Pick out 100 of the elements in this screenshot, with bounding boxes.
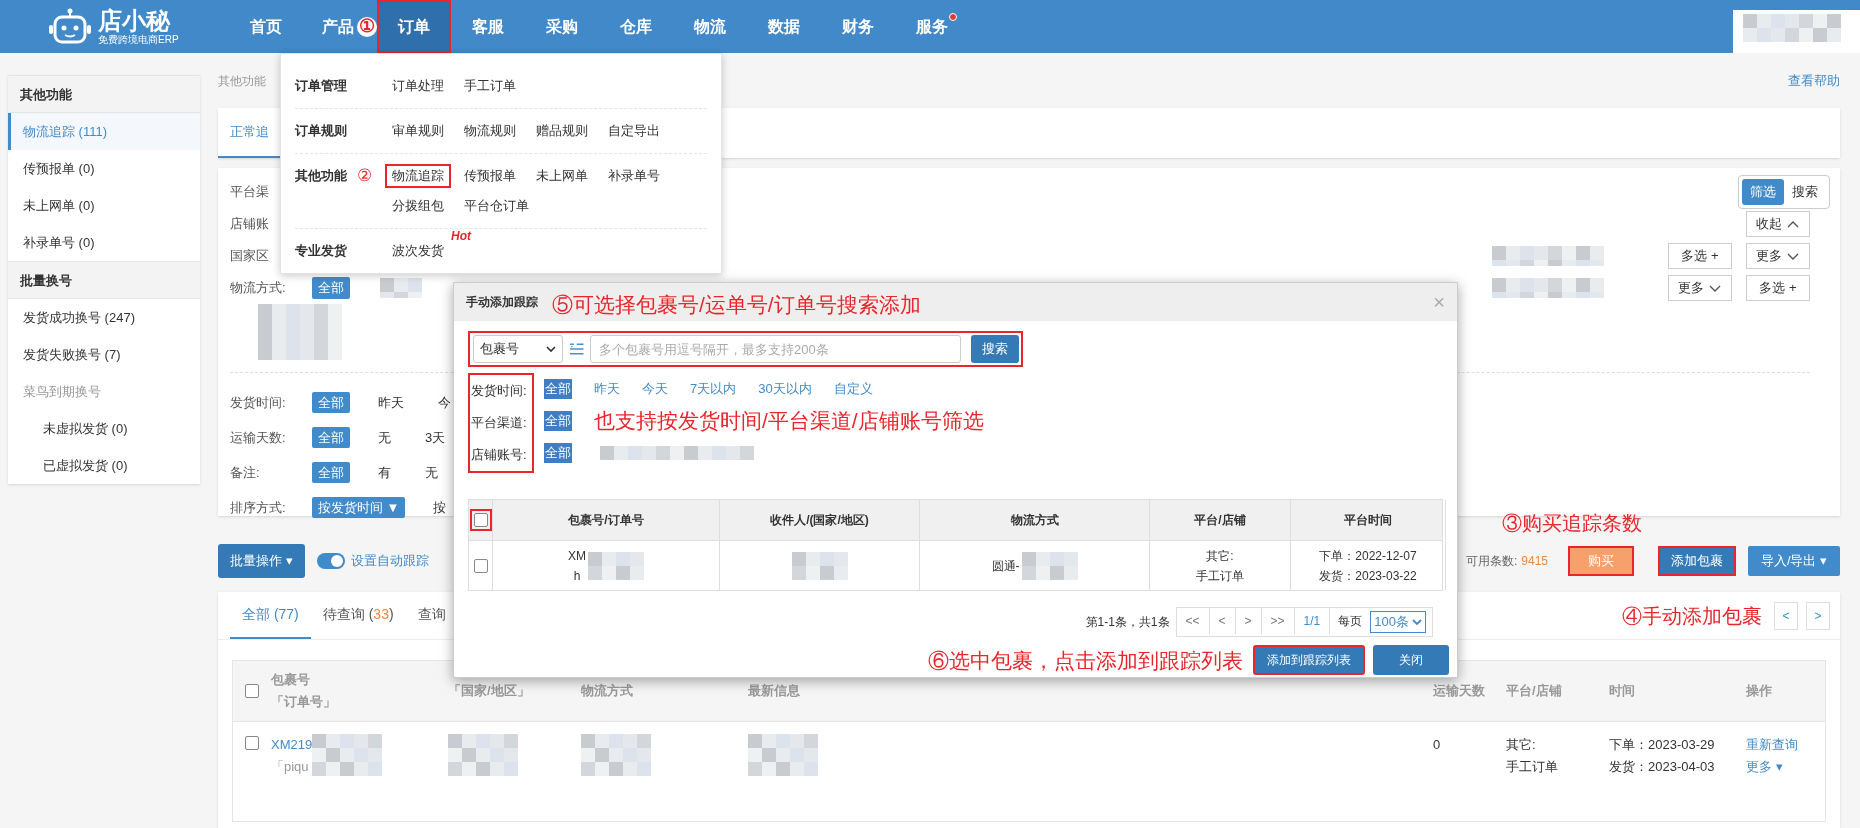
filter-option[interactable]: 今 xyxy=(432,391,457,414)
help-link[interactable]: 查看帮助 xyxy=(1788,71,1840,91)
menu-link[interactable]: 手工订单 xyxy=(457,74,523,98)
nav-item[interactable]: 客服 xyxy=(451,0,525,53)
filter-option[interactable]: 30天以内 xyxy=(758,379,812,399)
add-package-button[interactable]: 添加包裹 xyxy=(1658,546,1736,576)
nav-item[interactable]: 数据 xyxy=(747,0,821,53)
pager-button[interactable]: > xyxy=(1806,601,1830,630)
filter-option[interactable]: 昨天 xyxy=(594,379,620,399)
table-cell-text: 发货：2023-03-22 xyxy=(1319,567,1417,585)
mode-tab[interactable]: 搜索 xyxy=(1784,179,1826,205)
filter-button[interactable]: 更多 xyxy=(1746,243,1810,269)
sidebar-item[interactable]: 菜鸟到期换号 xyxy=(8,373,200,410)
filter-option[interactable]: 按 xyxy=(427,496,453,519)
search-field[interactable]: 多个包裹号用逗号隔开，最多支持200条 xyxy=(590,335,961,363)
sidebar-item[interactable]: 发货失败换号 (7) xyxy=(8,336,200,373)
action-link[interactable]: 更多 ▾ xyxy=(1746,756,1783,778)
nav-item[interactable]: 服务 xyxy=(895,0,969,53)
toggle-switch[interactable] xyxy=(316,553,345,569)
filter-option[interactable]: 全部 xyxy=(312,426,350,449)
nav-item[interactable]: 采购 xyxy=(525,0,599,53)
filter-button[interactable]: 收起 xyxy=(1746,211,1810,237)
menu-link[interactable]: 自定导出 xyxy=(601,119,667,143)
filter-option[interactable]: 全部 xyxy=(312,461,350,484)
filter-option[interactable]: 3天 xyxy=(419,426,452,449)
logo-subtitle: 免费跨境电商ERP xyxy=(98,34,179,45)
column-header: 操作 xyxy=(1746,682,1773,700)
mode-tab[interactable]: 筛选 xyxy=(1742,179,1784,205)
chevron-down-icon xyxy=(545,345,556,353)
package-link[interactable]: XM219 xyxy=(271,734,313,756)
nav-item[interactable]: 财务 xyxy=(821,0,895,53)
menu-link[interactable]: 审单规则 xyxy=(385,119,451,143)
menu-link[interactable]: 赠品规则 xyxy=(529,119,595,143)
column-header: 平台时间 xyxy=(1344,512,1392,529)
table-cell-text: 其它: xyxy=(1506,736,1536,754)
table-cell-text: XM xyxy=(568,547,586,565)
pager-button[interactable]: < xyxy=(1774,601,1798,630)
pager-button[interactable]: << xyxy=(1176,608,1210,634)
menu-link[interactable]: 分拨组包 xyxy=(385,194,451,218)
menu-link[interactable]: 物流追踪 xyxy=(385,164,451,188)
sidebar-item[interactable]: 物流追踪 (111) xyxy=(8,113,200,150)
filter-option[interactable]: 全部 xyxy=(544,443,572,463)
checkbox[interactable] xyxy=(245,736,259,750)
filter-option[interactable]: 无 xyxy=(372,426,397,449)
filter-option[interactable]: 全部 xyxy=(312,391,350,414)
dialog-button[interactable]: 关闭 xyxy=(1373,645,1449,676)
filter-option[interactable]: 有 xyxy=(372,461,397,484)
filter-option[interactable]: 7天以内 xyxy=(690,379,737,399)
filter-label: 国家区 xyxy=(230,247,269,266)
menu-link[interactable]: 波次发货 xyxy=(385,239,451,263)
filter-option[interactable]: 今天 xyxy=(642,379,668,399)
sidebar-item[interactable]: 未上网单 (0) xyxy=(8,187,200,224)
nav-item[interactable]: 物流 xyxy=(673,0,747,53)
column-header: 「国家/地区」 xyxy=(448,682,531,700)
per-page-label: 每页 xyxy=(1337,613,1364,630)
nav-item[interactable]: 产品 xyxy=(303,0,357,53)
table-cell-text: 下单：2023-03-29 xyxy=(1609,736,1715,754)
nav-item[interactable]: 首页 xyxy=(229,0,303,53)
tab[interactable]: 待查询 (33) xyxy=(310,604,406,639)
sidebar-item[interactable]: 传预报单 (0) xyxy=(8,150,200,187)
dialog-button[interactable]: 添加到跟踪列表 xyxy=(1253,645,1365,676)
menu-link[interactable]: 传预报单 xyxy=(457,164,523,188)
tab[interactable]: 全部 (77) xyxy=(230,604,311,639)
batch-button[interactable]: 批量操作 ▾ xyxy=(218,544,305,578)
menu-link[interactable]: 物流规则 xyxy=(457,119,523,143)
checkbox[interactable] xyxy=(473,558,488,573)
filter-label: 备注: xyxy=(230,463,260,482)
nav-item[interactable]: 仓库 xyxy=(599,0,673,53)
filter-option[interactable]: 全部 xyxy=(544,411,572,431)
sidebar-item[interactable]: 补录单号 (0) xyxy=(8,224,200,261)
pager-button[interactable]: < xyxy=(1209,608,1236,634)
per-page-select[interactable]: 100条 xyxy=(1370,611,1426,633)
menu-link[interactable]: 平台仓订单 xyxy=(457,194,536,218)
checkbox[interactable] xyxy=(245,684,259,698)
action-link[interactable]: 重新查询 xyxy=(1746,734,1798,756)
menu-link[interactable]: 订单处理 xyxy=(385,74,451,98)
table-cell-text: 手工订单 xyxy=(1196,567,1244,585)
filter-option[interactable]: 全部 xyxy=(312,277,350,299)
filter-option[interactable]: 全部 xyxy=(544,379,572,399)
sidebar-item[interactable]: 已虚拟发货 (0) xyxy=(8,447,200,484)
menu-link[interactable]: 未上网单 xyxy=(529,164,595,188)
nav-item[interactable]: 订单 xyxy=(377,0,451,53)
order-number: 「piqu xyxy=(271,758,309,776)
search-button[interactable]: 搜索 xyxy=(970,335,1019,363)
type-select[interactable]: 包裹号 xyxy=(473,335,563,363)
column-header: 时间 xyxy=(1609,682,1636,700)
dialog-title: 手动添加跟踪 xyxy=(466,294,538,311)
filter-option[interactable]: 昨天 xyxy=(372,391,410,414)
import-export-button[interactable]: 导入/导出 ▾ xyxy=(1748,546,1840,576)
filter-option[interactable]: 无 xyxy=(419,461,444,484)
menu-link[interactable]: 补录单号 xyxy=(601,164,667,188)
filter-button[interactable]: 多选 + xyxy=(1746,275,1810,301)
sidebar-item[interactable]: 发货成功换号 (247) xyxy=(8,299,200,336)
filter-option[interactable]: 自定义 xyxy=(833,379,873,399)
filter-option[interactable]: 按发货时间 ▼ xyxy=(312,496,406,519)
sidebar-item[interactable]: 未虚拟发货 (0) xyxy=(8,410,200,447)
filter-button[interactable]: 多选 + xyxy=(1668,243,1732,269)
filter-button[interactable]: 更多 xyxy=(1668,275,1732,301)
pager-button[interactable]: > xyxy=(1235,608,1262,634)
pager-button[interactable]: >> xyxy=(1261,608,1295,634)
